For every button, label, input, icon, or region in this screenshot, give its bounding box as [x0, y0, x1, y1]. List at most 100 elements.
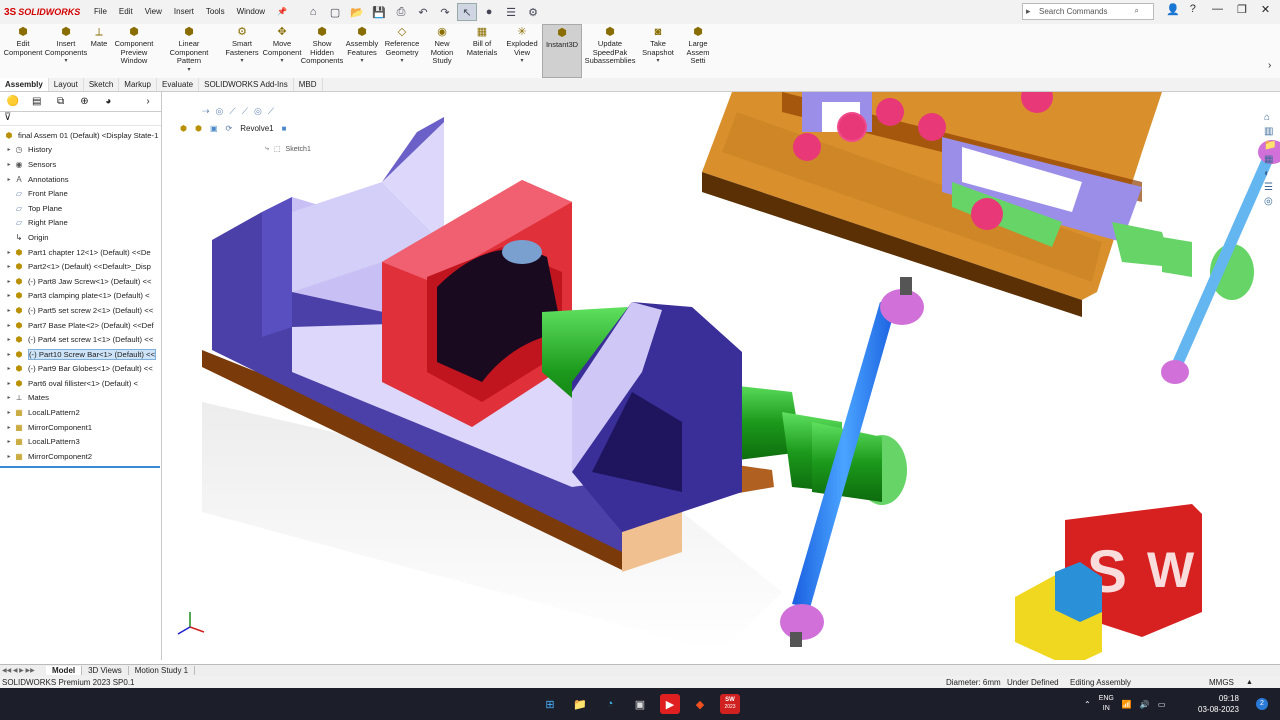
file-explorer-icon[interactable]: 📁 [1264, 140, 1276, 151]
ribbon-speedpak-button[interactable]: ⬢ Update SpeedPak Subassemblies [582, 24, 638, 78]
status-expand-icon[interactable]: ▲ [1246, 679, 1253, 686]
tree-item[interactable]: ▸ ⬢ Part6 oval fillister<1> (Default) < [0, 376, 161, 391]
ribbon-bom-button[interactable]: ▦ Bill of Materials [462, 24, 502, 78]
face-breadcrumb-icon[interactable]: ■ [282, 124, 287, 133]
bottom-tab-motion-study-1[interactable]: Motion Study 1 [129, 666, 196, 675]
tree-item[interactable]: ▱ Right Plane [0, 216, 161, 231]
ribbon-exploded-view-button[interactable]: ✳ Exploded View ▾ [502, 24, 542, 78]
tree-item[interactable]: ▸ ⟂ Mates [0, 391, 161, 406]
file-properties-icon[interactable]: ☰ [501, 3, 521, 21]
restore-icon[interactable]: ❐ [1237, 3, 1247, 16]
feature-manager-tab-icon[interactable]: 🟡 [4, 95, 22, 109]
bottom-tab-model[interactable]: Model [46, 666, 83, 675]
expand-arrow-icon[interactable]: ▸ [5, 394, 13, 401]
ribbon-motion-study-button[interactable]: ◉ New Motion Study [422, 24, 462, 78]
clock[interactable]: 09:18 03-08-2023 [1198, 693, 1239, 715]
dimxpert-tab-icon[interactable]: ⊕ [75, 95, 93, 109]
sketch-circle-icon[interactable]: ◎ [216, 106, 224, 117]
tree-item[interactable]: ▸ ⬢ (-) Part4 set screw 1<1> (Default) << [0, 332, 161, 347]
dropdown-caret-icon[interactable]: ▾ [400, 57, 403, 66]
feature-name[interactable]: Revolve1 [240, 124, 273, 133]
part-breadcrumb-icon[interactable]: ⬢ [195, 124, 202, 133]
tab-evaluate[interactable]: Evaluate [157, 78, 200, 91]
menu-edit[interactable]: Edit [113, 0, 139, 24]
filter-icon[interactable]: ⊽ [0, 112, 161, 126]
tree-item[interactable]: ▸ ⬢ (-) Part8 Jaw Screw<1> (Default) << [0, 274, 161, 289]
expand-arrow-icon[interactable]: ▸ [5, 176, 13, 183]
save-icon[interactable]: 💾 [369, 3, 389, 21]
custom-properties-icon[interactable]: ☰ [1264, 182, 1276, 193]
breadcrumb-arrow-icon[interactable]: ⇢ [202, 106, 210, 117]
tab-scroll-arrows-icon[interactable]: ◀◀ ◀ ▶ ▶▶ [0, 667, 46, 674]
dropdown-caret-icon[interactable]: ▾ [240, 57, 243, 66]
tab-solidworks-add-ins[interactable]: SOLIDWORKS Add-Ins [199, 78, 294, 91]
expand-arrow-icon[interactable]: ▸ [5, 380, 13, 387]
sketch-name[interactable]: Sketch1 [286, 146, 311, 153]
search-commands-field[interactable]: ▸ Search Commands ⌕ [1022, 3, 1154, 20]
ribbon-reference-geometry-button[interactable]: ◇ Reference Geometry ▾ [382, 24, 422, 78]
expand-arrow-icon[interactable]: ▸ [5, 365, 13, 372]
volume-icon[interactable]: 🔊 [1140, 700, 1150, 709]
tray-chevron-icon[interactable]: ⌃ [1084, 700, 1091, 709]
tree-item[interactable]: ▸ ⬢ Part2<1> (Default) <<Default>_Disp [0, 259, 161, 274]
line-icon[interactable]: ⟋ [242, 106, 248, 117]
design-library-icon[interactable]: ▥ [1264, 126, 1276, 137]
ribbon-scroll-icon[interactable]: › [1268, 60, 1271, 71]
body-breadcrumb-icon[interactable]: ▣ [210, 124, 218, 133]
ribbon-mate-button[interactable]: ⟂ Mate [86, 24, 112, 78]
rectangle-icon[interactable]: ◎ [254, 106, 262, 117]
new-document-icon[interactable]: ▢ [325, 3, 345, 21]
tree-item[interactable]: ▸ ⬢ Part1 chapter 12<1> (Default) <<De [0, 245, 161, 260]
edge-browser-icon[interactable]: ◔ [600, 694, 620, 714]
appearances-icon[interactable]: ◐ [1264, 168, 1276, 179]
user-icon[interactable]: 👤 [1166, 3, 1180, 16]
ribbon-linear-pattern-button[interactable]: ⬢ Linear Component Pattern ▾ [156, 24, 222, 78]
dropdown-caret-icon[interactable]: ▾ [520, 57, 523, 66]
menu-window[interactable]: Window [231, 0, 271, 24]
dropdown-caret-icon[interactable]: ▾ [187, 66, 190, 75]
select-pointer-icon[interactable]: ↖ [457, 3, 478, 21]
undo-icon[interactable]: ↶ [413, 3, 433, 21]
tree-item[interactable]: ▱ Front Plane [0, 186, 161, 201]
tree-item[interactable]: ⬢ final Assem 01 (Default) <Display State… [0, 128, 161, 143]
help-icon[interactable]: ? [1190, 3, 1196, 16]
tab-assembly[interactable]: Assembly [0, 78, 49, 91]
tree-item[interactable]: ▱ Top Plane [0, 201, 161, 216]
tree-item[interactable]: ↳ Origin [0, 230, 161, 245]
windows-start-icon[interactable]: ⊞ [540, 694, 560, 714]
tree-item[interactable]: ▸ ▦ MirrorComponent2 [0, 449, 161, 464]
tree-item[interactable]: ▸ ⬢ Part3 clamping plate<1> (Default) < [0, 289, 161, 304]
expand-arrow-icon[interactable]: ▸ [5, 161, 13, 168]
tree-item[interactable]: ▸ A Annotations [0, 172, 161, 187]
open-icon[interactable]: 📂 [347, 3, 367, 21]
tree-item[interactable]: ▸ ▦ MirrorComponent1 [0, 420, 161, 435]
battery-icon[interactable]: ▭ [1158, 700, 1166, 709]
store-icon[interactable]: ▣ [630, 694, 650, 714]
expand-arrow-icon[interactable]: ▸ [5, 322, 13, 329]
units-selector[interactable]: MMGS [1209, 678, 1234, 687]
assembly-breadcrumb-icon[interactable]: ⬢ [180, 124, 187, 133]
resources-home-icon[interactable]: ⌂ [1264, 112, 1276, 123]
expand-arrow-icon[interactable]: ▸ [5, 292, 13, 299]
ribbon-large-assembly-button[interactable]: ⬢ Large Assem Setti [678, 24, 718, 78]
solidworks-logo[interactable]: 3S SOLIDWORKS [0, 7, 88, 18]
tree-item[interactable]: ▸ ▦ LocalLPattern3 [0, 434, 161, 449]
view-palette-icon[interactable]: ▦ [1264, 154, 1276, 165]
property-manager-tab-icon[interactable]: ▤ [28, 95, 46, 109]
chevron-right-icon[interactable]: › [139, 95, 157, 109]
menu-view[interactable]: View [139, 0, 168, 24]
dropdown-caret-icon[interactable]: ▾ [360, 57, 363, 66]
bottom-tab-3d-views[interactable]: 3D Views [82, 666, 129, 675]
expand-arrow-icon[interactable]: ▸ [5, 409, 13, 416]
pin-icon[interactable]: 📌 [271, 0, 293, 24]
notification-badge-icon[interactable]: 2 [1256, 698, 1268, 710]
wifi-icon[interactable]: 📶 [1122, 700, 1132, 709]
expand-arrow-icon[interactable]: ▸ [5, 146, 13, 153]
ribbon-show-hidden-button[interactable]: ⬢ Show Hidden Components [301, 24, 344, 78]
close-icon[interactable]: ✕ [1261, 3, 1270, 16]
expand-arrow-icon[interactable]: ▸ [5, 263, 13, 270]
tab-layout[interactable]: Layout [49, 78, 84, 91]
ribbon-smart-fasteners-button[interactable]: ⚙ Smart Fasteners ▾ [222, 24, 262, 78]
tab-markup[interactable]: Markup [119, 78, 157, 91]
tab-sketch[interactable]: Sketch [84, 78, 120, 91]
